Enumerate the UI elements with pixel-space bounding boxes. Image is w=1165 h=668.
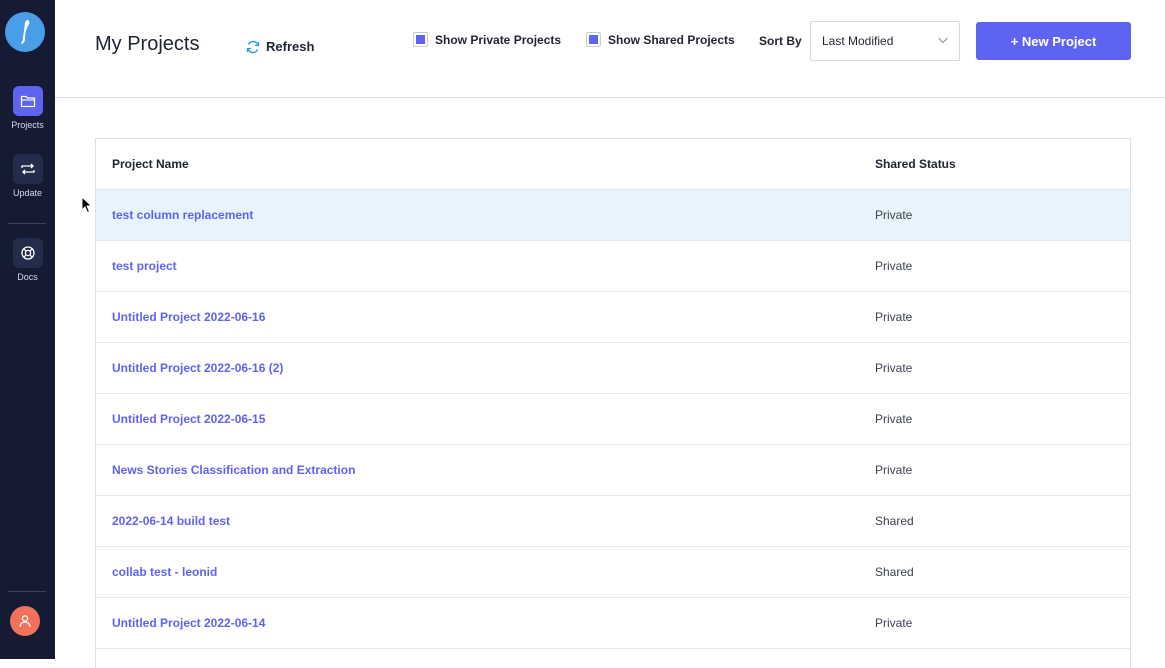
table-row[interactable]: Untitled Project 2022-06-16 (2) Private bbox=[96, 343, 1130, 394]
project-name-link[interactable]: test project bbox=[112, 259, 177, 273]
shared-status: Private bbox=[875, 412, 913, 426]
project-name-link[interactable]: test column replacement bbox=[112, 208, 253, 222]
sort-by-value: Last Modified bbox=[822, 34, 894, 48]
swap-icon bbox=[12, 154, 43, 184]
shared-status: Private bbox=[875, 361, 913, 375]
checkbox-box[interactable] bbox=[586, 32, 601, 47]
lifebuoy-icon bbox=[12, 238, 43, 268]
shared-status: Private bbox=[875, 616, 913, 630]
checkbox-box[interactable] bbox=[413, 32, 428, 47]
show-shared-checkbox[interactable]: Show Shared Projects bbox=[586, 32, 735, 47]
project-name-link[interactable]: 2022-06-14 build test bbox=[112, 514, 230, 528]
sidebar: Projects Update Docs bbox=[0, 0, 55, 659]
table-row[interactable]: test column replacement Private bbox=[96, 190, 1130, 241]
table-row[interactable]: 2022-06-14 build test Shared bbox=[96, 496, 1130, 547]
column-header-shared-status[interactable]: Shared Status bbox=[875, 157, 956, 171]
sidebar-divider bbox=[8, 223, 46, 224]
checkbox-checked-mark bbox=[589, 35, 598, 44]
shared-status: Private bbox=[875, 259, 913, 273]
shared-status: Shared bbox=[875, 565, 914, 579]
sidebar-item-docs[interactable]: Docs bbox=[0, 238, 55, 282]
projects-table: Project Name Shared Status test column r… bbox=[95, 138, 1131, 668]
table-row[interactable]: collab test - leonid Shared bbox=[96, 547, 1130, 598]
project-name-link[interactable]: Untitled Project 2022-06-14 bbox=[112, 616, 265, 630]
sidebar-item-label: Update bbox=[12, 188, 43, 198]
new-project-button[interactable]: + New Project bbox=[976, 22, 1131, 60]
project-name-link[interactable]: collab test - leonid bbox=[112, 565, 217, 579]
show-shared-label: Show Shared Projects bbox=[608, 32, 735, 47]
column-header-project-name[interactable]: Project Name bbox=[112, 157, 189, 171]
sidebar-item-projects[interactable]: Projects bbox=[0, 86, 55, 130]
sort-by-label: Sort By bbox=[759, 34, 802, 48]
show-private-checkbox[interactable]: Show Private Projects bbox=[413, 32, 561, 47]
table-header-row: Project Name Shared Status bbox=[96, 139, 1130, 190]
refresh-label: Refresh bbox=[266, 39, 315, 54]
page-title: My Projects bbox=[95, 33, 200, 55]
sidebar-item-update[interactable]: Update bbox=[0, 154, 55, 198]
project-name-link[interactable]: News Stories Classification and Extracti… bbox=[112, 463, 355, 477]
sort-by-select[interactable]: Last Modified bbox=[810, 21, 960, 61]
app-logo[interactable] bbox=[5, 12, 45, 52]
chevron-down-icon bbox=[938, 37, 948, 44]
refresh-button[interactable]: Refresh bbox=[246, 39, 314, 54]
mouse-cursor-icon bbox=[81, 196, 93, 214]
shared-status: Private bbox=[875, 463, 913, 477]
table-row[interactable]: Untitled Project 2022-06-15 Private bbox=[96, 394, 1130, 445]
meerkat-logo-icon bbox=[21, 20, 30, 44]
table-row[interactable]: test project Private bbox=[96, 241, 1130, 292]
page-header: My Projects Refresh Show Private Project… bbox=[55, 0, 1165, 98]
project-name-link[interactable]: Untitled Project 2022-06-16 bbox=[112, 310, 265, 324]
shared-status: Private bbox=[875, 208, 913, 222]
shared-status: Private bbox=[875, 310, 913, 324]
sidebar-item-label: Projects bbox=[11, 120, 44, 130]
checkbox-checked-mark bbox=[416, 35, 425, 44]
table-row[interactable]: News Stories Classification and Extracti… bbox=[96, 445, 1130, 496]
project-name-link[interactable]: Untitled Project 2022-06-16 (2) bbox=[112, 361, 283, 375]
user-icon bbox=[19, 615, 31, 628]
sidebar-divider bbox=[8, 591, 46, 592]
user-avatar[interactable] bbox=[10, 606, 40, 636]
sidebar-item-label: Docs bbox=[17, 272, 38, 282]
table-row[interactable]: Untitled Project 2022-06-16 Private bbox=[96, 292, 1130, 343]
table-row[interactable]: Untitled Project 2022-06-14 Private bbox=[96, 598, 1130, 649]
folder-icon bbox=[12, 86, 43, 116]
show-private-label: Show Private Projects bbox=[435, 32, 562, 47]
refresh-icon bbox=[246, 40, 260, 53]
shared-status: Shared bbox=[875, 514, 914, 528]
project-name-link[interactable]: Untitled Project 2022-06-15 bbox=[112, 412, 265, 426]
